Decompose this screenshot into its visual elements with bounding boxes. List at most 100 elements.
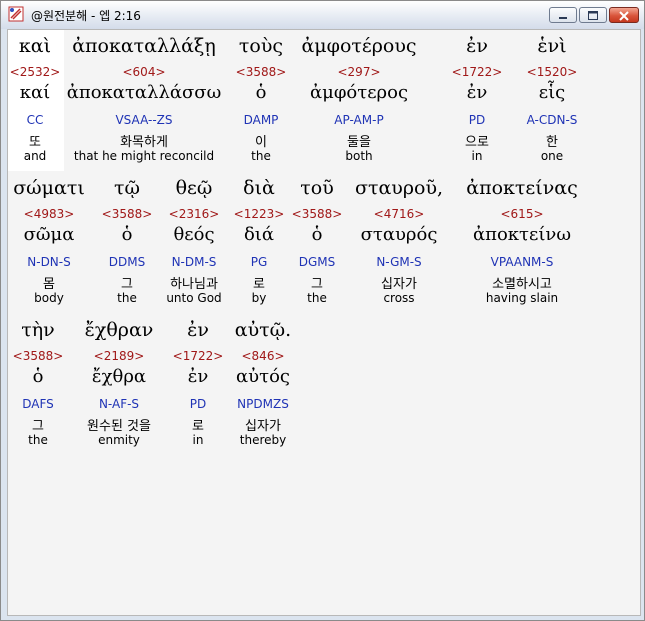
parsing-code: CC (26, 113, 44, 127)
english-gloss: the (117, 291, 137, 305)
strong-number: <604> (122, 65, 166, 79)
english-gloss: one (540, 149, 564, 163)
korean-gloss: 화목하게 (120, 135, 168, 150)
greek-word: ἐν (187, 319, 209, 341)
greek-word: ἀποκτείνας (466, 177, 578, 199)
greek-word: σώματι (13, 177, 85, 199)
lemma: ὁ (311, 224, 323, 245)
strong-number: <2532> (9, 65, 61, 79)
app-window: @원전분해 - 엡 2:16 καὶ <2532> καί CC 또 and ἀποκατα… (0, 0, 645, 621)
parsing-code: DGMS (298, 255, 336, 269)
lemma: ἔχθρα (91, 366, 147, 387)
maximize-button[interactable] (579, 7, 607, 23)
greek-word: σταυροῦ, (354, 177, 444, 199)
parsing-code: PG (250, 255, 268, 269)
parsing-code: AP-AM-P (334, 113, 384, 127)
lemma: ἀποκτείνω (472, 224, 572, 245)
lemma: ἀποκαταλλάσσω (66, 82, 222, 103)
parsing-code: NPDMZS (237, 397, 289, 411)
title-bar[interactable]: @원전분해 - 엡 2:16 (1, 1, 644, 29)
app-icon (8, 6, 24, 22)
parsing-code: N-GM-S (376, 255, 422, 269)
parsing-code: N-DN-S (27, 255, 71, 269)
lemma: θεός (173, 224, 215, 245)
parsing-code: DAFS (22, 397, 54, 411)
greek-word: τὴν (21, 319, 55, 341)
close-icon (619, 11, 629, 21)
english-gloss: thereby (239, 433, 287, 447)
strong-number: <1722> (451, 65, 503, 79)
greek-word: αὐτῷ. (234, 319, 292, 341)
lemma: σῶμα (23, 224, 75, 245)
parsing-code: PD (189, 397, 207, 411)
korean-gloss: 십자가 (381, 277, 417, 292)
close-button[interactable] (609, 7, 639, 23)
greek-word: ἐν (466, 35, 488, 57)
minimize-button[interactable] (549, 7, 577, 23)
strong-number: <297> (337, 65, 381, 79)
korean-gloss: 한 (546, 135, 558, 150)
korean-gloss: 십자가 (245, 419, 281, 434)
minimize-icon (559, 17, 567, 19)
english-gloss: the (307, 291, 327, 305)
parsing-code: N-AF-S (98, 397, 140, 411)
korean-gloss: 그 (32, 419, 44, 434)
strong-number: <4983> (23, 207, 75, 221)
greek-word: ἀποκαταλλάξῃ (72, 35, 216, 57)
korean-gloss: 하나님과 (170, 277, 218, 292)
english-gloss: by (251, 291, 267, 305)
strong-number: <3588> (101, 207, 153, 221)
strong-number: <1520> (526, 65, 578, 79)
lemma: αὐτός (236, 366, 290, 387)
english-gloss: cross (383, 291, 415, 305)
lemma: ἐν (187, 366, 209, 387)
english-gloss: body (34, 291, 64, 305)
greek-word: ἑνὶ (537, 35, 567, 57)
english-gloss: in (471, 149, 483, 163)
english-gloss: the (28, 433, 48, 447)
korean-gloss: 그 (121, 277, 133, 292)
greek-word: τοὺς (238, 35, 284, 57)
strong-number: <2189> (93, 349, 145, 363)
english-gloss: unto God (166, 291, 222, 305)
greek-word: ἔχθραν (84, 319, 154, 341)
strong-number: <1722> (172, 349, 224, 363)
strong-number: <4716> (373, 207, 425, 221)
strong-number: <3588> (12, 349, 64, 363)
lemma: ὁ (255, 82, 267, 103)
korean-gloss: 이 (255, 135, 267, 150)
english-gloss: having slain (485, 291, 559, 305)
lemma: εἷς (538, 82, 566, 103)
english-gloss: the (251, 149, 271, 163)
lemma: ἀμφότερος (309, 82, 409, 103)
parsing-code: DDMS (108, 255, 146, 269)
parsing-code: N-DM-S (171, 255, 217, 269)
window-title: @원전분해 - 엡 2:16 (31, 9, 141, 23)
lemma: διά (243, 224, 275, 245)
english-gloss: both (345, 149, 373, 163)
korean-gloss: 으로 (465, 135, 489, 150)
strong-number: <1223> (233, 207, 285, 221)
korean-gloss: 원수된 것을 (87, 419, 151, 434)
parsing-code: A-CDN-S (526, 113, 578, 127)
lemma: ἐν (466, 82, 488, 103)
parsing-code: VPAANM-S (490, 255, 554, 269)
maximize-icon (588, 11, 598, 20)
korean-gloss: 둘을 (347, 135, 371, 150)
english-gloss: enmity (98, 433, 140, 447)
lemma: σταυρός (360, 224, 438, 245)
korean-gloss: 그 (311, 277, 323, 292)
korean-gloss: 소멸하시고 (492, 277, 552, 292)
parsing-code: DAMP (243, 113, 279, 127)
korean-gloss: 로 (192, 419, 204, 434)
strong-number: <3588> (291, 207, 343, 221)
greek-word: ἀμφοτέρους (301, 35, 417, 57)
korean-gloss: 몸 (43, 277, 55, 292)
korean-gloss: 로 (253, 277, 265, 292)
english-gloss: that he might reconcild (73, 149, 215, 163)
greek-word: θεῷ (175, 177, 213, 199)
greek-word: καὶ (18, 35, 52, 57)
lemma: ὁ (121, 224, 133, 245)
greek-word: τοῦ (300, 177, 334, 199)
strong-number: <615> (500, 207, 544, 221)
